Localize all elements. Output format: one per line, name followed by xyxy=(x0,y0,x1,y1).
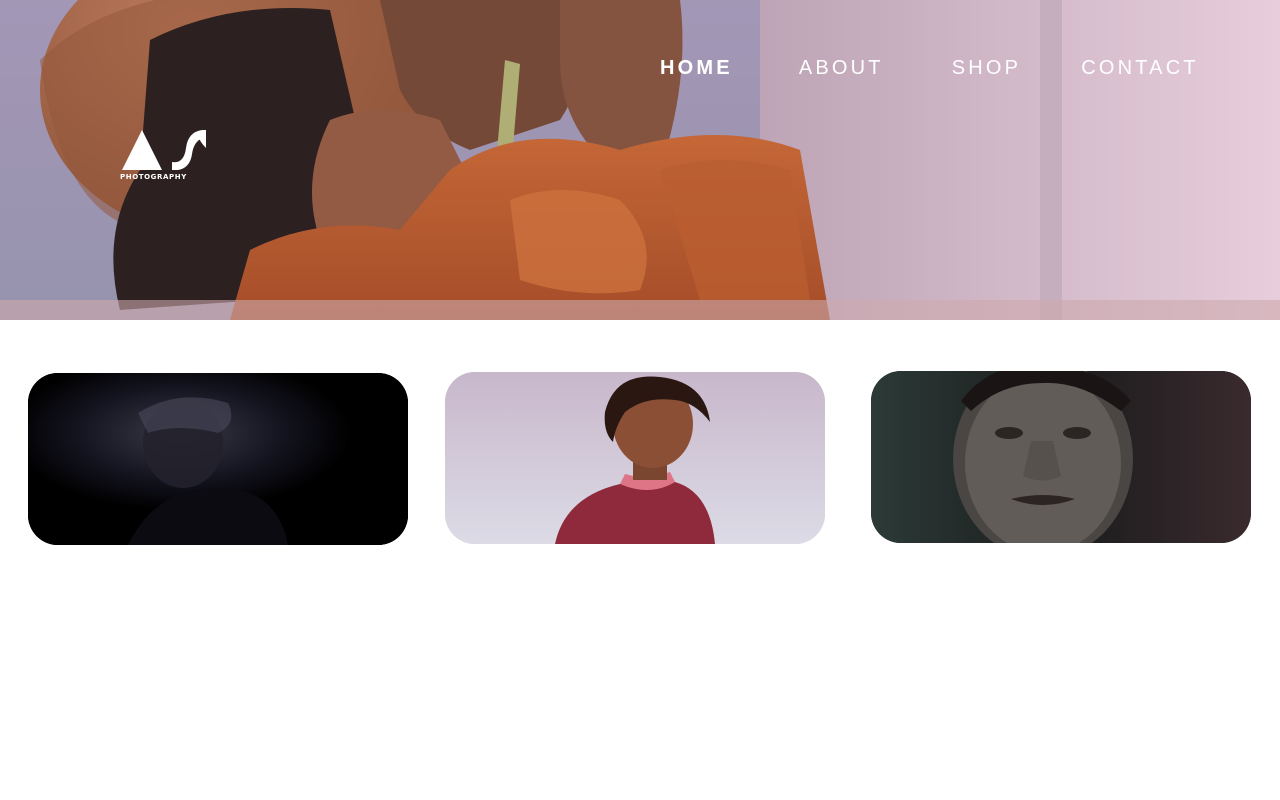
nav-about-link[interactable]: ABOUT xyxy=(799,57,884,80)
dark-portrait-photo xyxy=(28,373,408,545)
gallery-card-1[interactable] xyxy=(28,373,408,545)
nav-shop-link[interactable]: SHOP xyxy=(952,57,1021,80)
logo-subtitle: PHOTOGRAPHY xyxy=(120,173,187,181)
brand-logo[interactable]: PHOTOGRAPHY xyxy=(120,128,210,184)
young-man-sky-photo xyxy=(445,372,825,544)
logo-mark-icon xyxy=(122,130,206,170)
nav-home-link[interactable]: HOME xyxy=(660,57,733,80)
gallery-card-2[interactable] xyxy=(445,372,825,544)
gallery-card-3[interactable] xyxy=(871,371,1251,543)
man-closeup-photo xyxy=(871,371,1251,543)
main-navigation: HOME ABOUT SHOP CONTACT xyxy=(660,56,1199,80)
hero-banner: PHOTOGRAPHY HOME ABOUT SHOP CONTACT xyxy=(0,0,1280,320)
page: PHOTOGRAPHY HOME ABOUT SHOP CONTACT xyxy=(0,0,1280,800)
nav-contact-link[interactable]: CONTACT xyxy=(1081,57,1199,80)
